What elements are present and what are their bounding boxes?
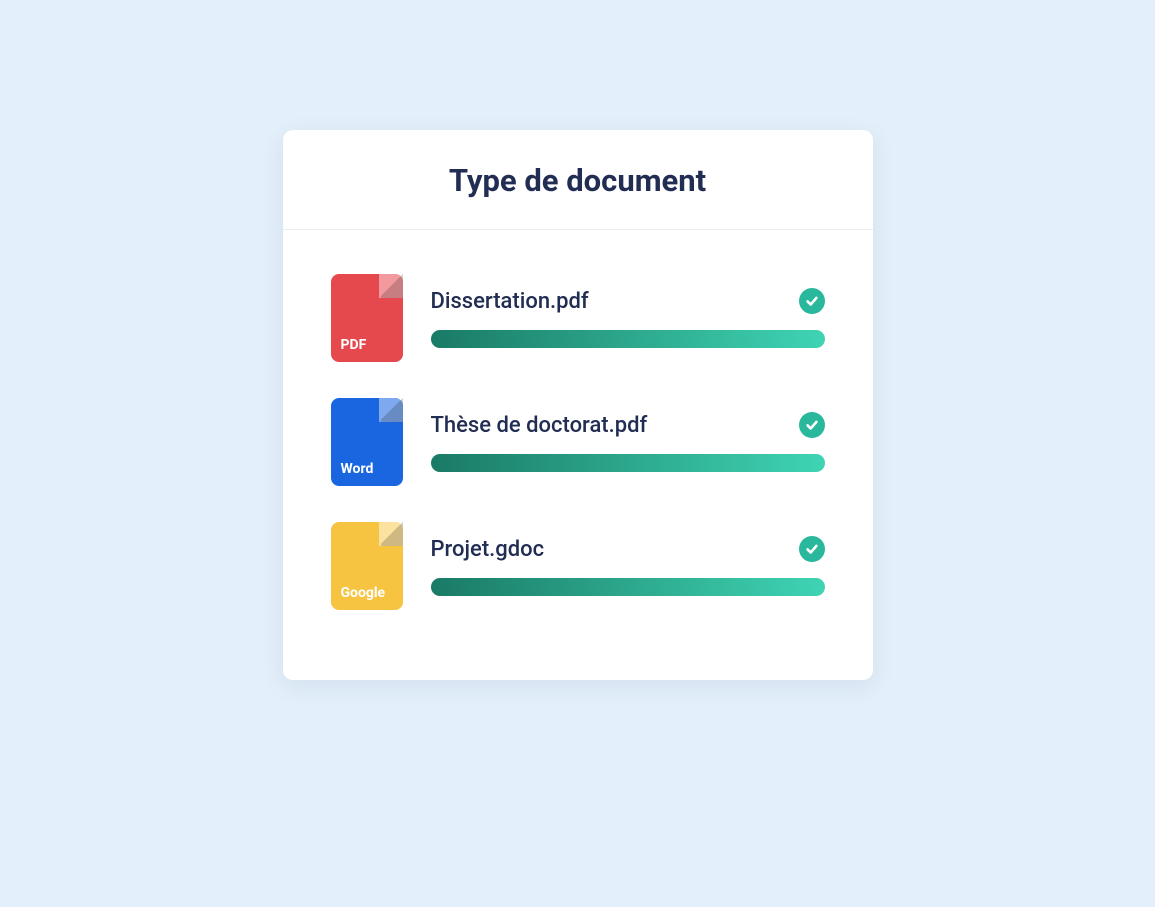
folded-corner-icon bbox=[379, 274, 403, 298]
pdf-file-icon: PDF bbox=[331, 274, 403, 362]
file-row: Word Thèse de doctorat.pdf bbox=[331, 398, 825, 486]
google-file-icon: Google bbox=[331, 522, 403, 610]
check-icon bbox=[799, 536, 825, 562]
file-name: Thèse de doctorat.pdf bbox=[431, 413, 648, 438]
file-top-row: Projet.gdoc bbox=[431, 536, 825, 562]
progress-bar bbox=[431, 578, 825, 596]
folded-corner-icon bbox=[379, 522, 403, 546]
word-file-icon: Word bbox=[331, 398, 403, 486]
file-top-row: Thèse de doctorat.pdf bbox=[431, 412, 825, 438]
file-info: Dissertation.pdf bbox=[431, 288, 825, 348]
folded-corner-icon bbox=[379, 398, 403, 422]
file-name: Dissertation.pdf bbox=[431, 289, 589, 314]
document-type-card: Type de document PDF Dissertation.pdf bbox=[283, 130, 873, 680]
file-name: Projet.gdoc bbox=[431, 537, 545, 562]
card-body: PDF Dissertation.pdf Word Thèse de doct bbox=[283, 230, 873, 680]
card-title: Type de document bbox=[283, 162, 873, 199]
file-type-label: Word bbox=[341, 462, 374, 476]
file-type-label: Google bbox=[341, 586, 386, 600]
file-row: Google Projet.gdoc bbox=[331, 522, 825, 610]
file-info: Thèse de doctorat.pdf bbox=[431, 412, 825, 472]
check-icon bbox=[799, 412, 825, 438]
file-row: PDF Dissertation.pdf bbox=[331, 274, 825, 362]
file-top-row: Dissertation.pdf bbox=[431, 288, 825, 314]
card-header: Type de document bbox=[283, 130, 873, 230]
progress-bar bbox=[431, 454, 825, 472]
file-type-label: PDF bbox=[341, 338, 367, 352]
check-icon bbox=[799, 288, 825, 314]
file-info: Projet.gdoc bbox=[431, 536, 825, 596]
progress-bar bbox=[431, 330, 825, 348]
